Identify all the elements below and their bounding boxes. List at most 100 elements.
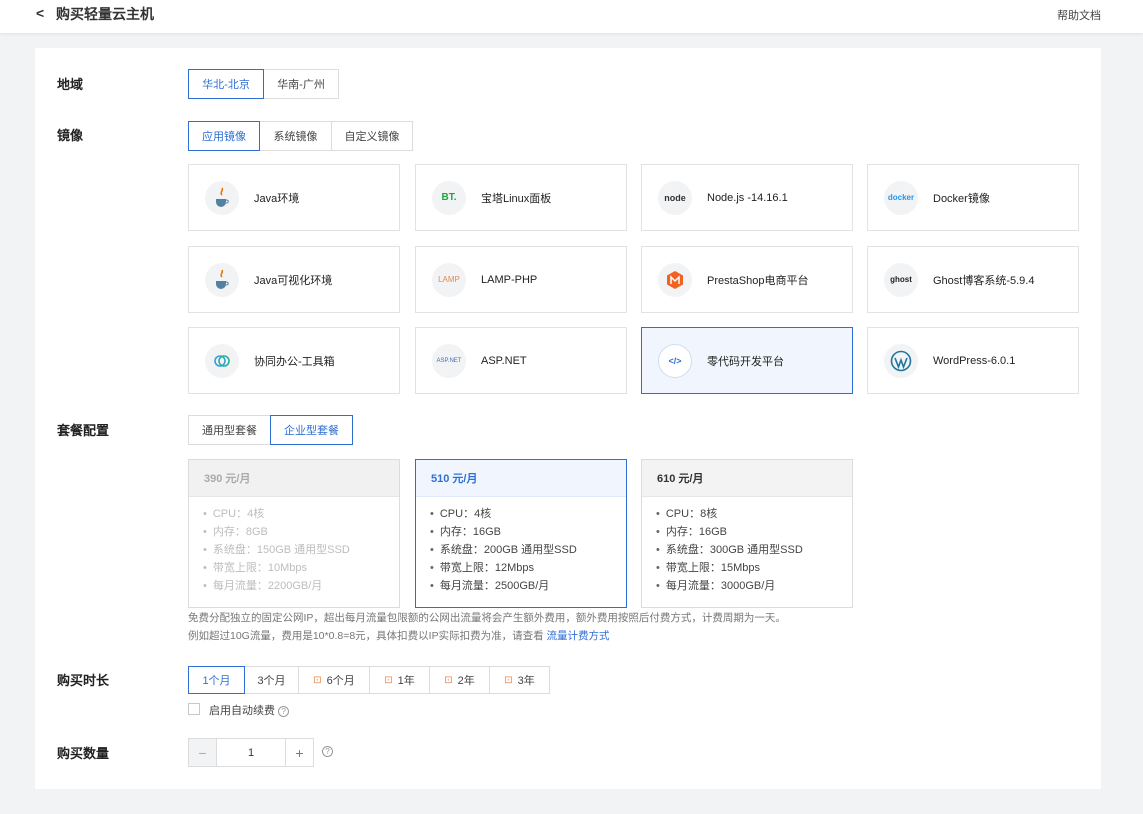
- top-bar: < 购买轻量云主机 帮助文档: [0, 0, 1143, 33]
- tab-custom-image[interactable]: 自定义镜像: [331, 121, 413, 151]
- plan-spec-traffic: 每月流量：2200GB/月: [203, 577, 399, 595]
- plan-spec-cpu: CPU：4核: [203, 505, 399, 523]
- plan-card-610[interactable]: 610 元/月 CPU：8核 内存：16GB 系统盘：300GB 通用型SSD …: [641, 459, 853, 608]
- plan-spec-cpu: CPU：4核: [430, 505, 626, 523]
- java-icon: [205, 180, 239, 215]
- plan-spec-traffic: 每月流量：2500GB/月: [430, 577, 626, 595]
- tab-enterprise-plan[interactable]: 企业型套餐: [270, 415, 353, 445]
- duration-selector: 1个月 3个月 ⊡ 6个月 ⊡ 1年 ⊡ 2年 ⊡ 3年: [188, 666, 550, 694]
- image-card-lowcode[interactable]: </> 零代码开发平台: [641, 327, 853, 394]
- plan-card-510[interactable]: 510 元/月 CPU：4核 内存：16GB 系统盘：200GB 通用型SSD …: [415, 459, 627, 608]
- tab-app-image[interactable]: 应用镜像: [188, 121, 260, 151]
- plan-spec-disk: 系统盘：200GB 通用型SSD: [430, 541, 626, 559]
- help-circle-icon[interactable]: ?: [322, 746, 333, 757]
- image-card-java[interactable]: Java环境: [188, 164, 400, 231]
- region-selector: 华北-北京 华南-广州: [188, 69, 339, 99]
- java-icon: [205, 262, 239, 297]
- gift-icon: ⊡: [444, 674, 453, 686]
- plan-spec-list: CPU：8核 内存：16GB 系统盘：300GB 通用型SSD 带宽上限：15M…: [642, 497, 852, 595]
- image-card-java-visual[interactable]: Java可视化环境: [188, 246, 400, 313]
- collab-icon: [205, 343, 239, 378]
- auto-renew-checkbox[interactable]: [188, 703, 200, 715]
- quantity-label: 购买数量: [57, 746, 110, 761]
- purchase-form-panel: 地域 华北-北京 华南-广州 镜像 应用镜像 系统镜像 自定义镜像 Java环境…: [35, 48, 1101, 789]
- quantity-input[interactable]: 1: [217, 738, 285, 767]
- image-card-collab-office[interactable]: 协同办公-工具箱: [188, 327, 400, 394]
- duration-option-3-months[interactable]: 3个月: [244, 666, 299, 694]
- image-card-nodejs[interactable]: node Node.js -14.16.1: [641, 164, 853, 231]
- auto-renew-label: 启用自动续费 ?: [209, 702, 290, 718]
- duration-label-text: 6个月: [326, 675, 355, 687]
- bt-icon: BT.: [432, 180, 466, 215]
- back-arrow-icon[interactable]: <: [36, 5, 44, 21]
- gift-icon: ⊡: [384, 674, 393, 686]
- auto-renew-text: 启用自动续费: [209, 705, 275, 717]
- image-card-label: Java可视化环境: [254, 274, 333, 287]
- plan-spec-memory: 内存：16GB: [430, 523, 626, 541]
- traffic-note: 免费分配独立的固定公网IP，超出每月流量包限额的公网出流量将会产生额外费用，额外…: [188, 612, 786, 624]
- plan-spec-list: CPU：4核 内存：16GB 系统盘：200GB 通用型SSD 带宽上限：12M…: [416, 497, 626, 595]
- image-card-wordpress[interactable]: WordPress-6.0.1: [867, 327, 1079, 394]
- image-card-label: 零代码开发平台: [707, 355, 784, 368]
- duration-label-text: 1年: [397, 675, 415, 687]
- lamp-icon: LAMP: [432, 262, 466, 297]
- plan-price: 510 元/月: [416, 460, 626, 497]
- region-label: 地域: [57, 77, 84, 92]
- traffic-example-note: 例如超过10G流量，费用是10*0.8=8元，具体扣费以IP实际扣费为准，请查看…: [188, 628, 610, 643]
- plan-spec-memory: 内存：8GB: [203, 523, 399, 541]
- plan-price: 390 元/月: [189, 460, 399, 497]
- help-docs-link[interactable]: 帮助文档: [1057, 7, 1101, 23]
- plan-spec-bandwidth: 带宽上限：12Mbps: [430, 559, 626, 577]
- page-title: 购买轻量云主机: [56, 6, 154, 22]
- ghost-icon: ghost: [884, 262, 918, 297]
- duration-option-3-years[interactable]: ⊡ 3年: [489, 666, 550, 694]
- image-card-label: 协同办公-工具箱: [254, 355, 335, 368]
- traffic-billing-link[interactable]: 流量计费方式: [547, 630, 610, 642]
- image-card-bt-panel[interactable]: BT. 宝塔Linux面板: [415, 164, 627, 231]
- image-card-docker[interactable]: docker Docker镜像: [867, 164, 1079, 231]
- duration-label-text: 3年: [517, 675, 535, 687]
- image-card-label: Ghost博客系统-5.9.4: [933, 274, 1035, 287]
- plan-card-390[interactable]: 390 元/月 CPU：4核 内存：8GB 系统盘：150GB 通用型SSD 带…: [188, 459, 400, 608]
- aspnet-icon: ASP.NET: [432, 343, 466, 378]
- duration-option-6-months[interactable]: ⊡ 6个月: [298, 666, 370, 694]
- plan-spec-list: CPU：4核 内存：8GB 系统盘：150GB 通用型SSD 带宽上限：10Mb…: [189, 497, 399, 595]
- image-card-label: Java环境: [254, 192, 300, 205]
- image-label: 镜像: [57, 128, 84, 143]
- image-card-label: ASP.NET: [481, 354, 527, 367]
- duration-option-1-year[interactable]: ⊡ 1年: [369, 666, 430, 694]
- image-card-ghost[interactable]: ghost Ghost博客系统-5.9.4: [867, 246, 1079, 313]
- region-option-guangzhou[interactable]: 华南-广州: [263, 69, 339, 99]
- image-card-label: 宝塔Linux面板: [481, 192, 552, 205]
- plan-spec-disk: 系统盘：300GB 通用型SSD: [656, 541, 852, 559]
- tab-system-image[interactable]: 系统镜像: [259, 121, 332, 151]
- duration-label-text: 2年: [457, 675, 475, 687]
- image-card-label: LAMP-PHP: [481, 273, 538, 286]
- help-circle-icon[interactable]: ?: [278, 706, 290, 717]
- image-card-label: WordPress-6.0.1: [933, 354, 1016, 367]
- gift-icon: ⊡: [504, 674, 513, 686]
- tab-general-plan[interactable]: 通用型套餐: [188, 415, 271, 445]
- region-option-beijing[interactable]: 华北-北京: [188, 69, 264, 99]
- plan-spec-disk: 系统盘：150GB 通用型SSD: [203, 541, 399, 559]
- decrement-button[interactable]: −: [188, 738, 217, 767]
- quantity-stepper: − 1 +: [188, 738, 314, 767]
- lowcode-icon: </>: [658, 343, 692, 378]
- plan-spec-bandwidth: 带宽上限：15Mbps: [656, 559, 852, 577]
- plan-price: 610 元/月: [642, 460, 852, 497]
- plan-spec-memory: 内存：16GB: [656, 523, 852, 541]
- plan-spec-bandwidth: 带宽上限：10Mbps: [203, 559, 399, 577]
- prestashop-icon: [658, 262, 692, 297]
- image-card-lamp[interactable]: LAMP LAMP-PHP: [415, 246, 627, 313]
- nodejs-icon: node: [658, 180, 692, 215]
- image-card-aspnet[interactable]: ASP.NET ASP.NET: [415, 327, 627, 394]
- duration-option-2-years[interactable]: ⊡ 2年: [429, 666, 490, 694]
- traffic-example-text: 例如超过10G流量，费用是10*0.8=8元，具体扣费以IP实际扣费为准，请查看: [188, 630, 547, 642]
- plan-type-tabs: 通用型套餐 企业型套餐: [188, 415, 353, 445]
- duration-option-1-month[interactable]: 1个月: [188, 666, 245, 694]
- gift-icon: ⊡: [313, 674, 322, 686]
- increment-button[interactable]: +: [285, 738, 314, 767]
- docker-icon: docker: [884, 180, 918, 215]
- plan-spec-cpu: CPU：8核: [656, 505, 852, 523]
- image-card-prestashop[interactable]: PrestaShop电商平台: [641, 246, 853, 313]
